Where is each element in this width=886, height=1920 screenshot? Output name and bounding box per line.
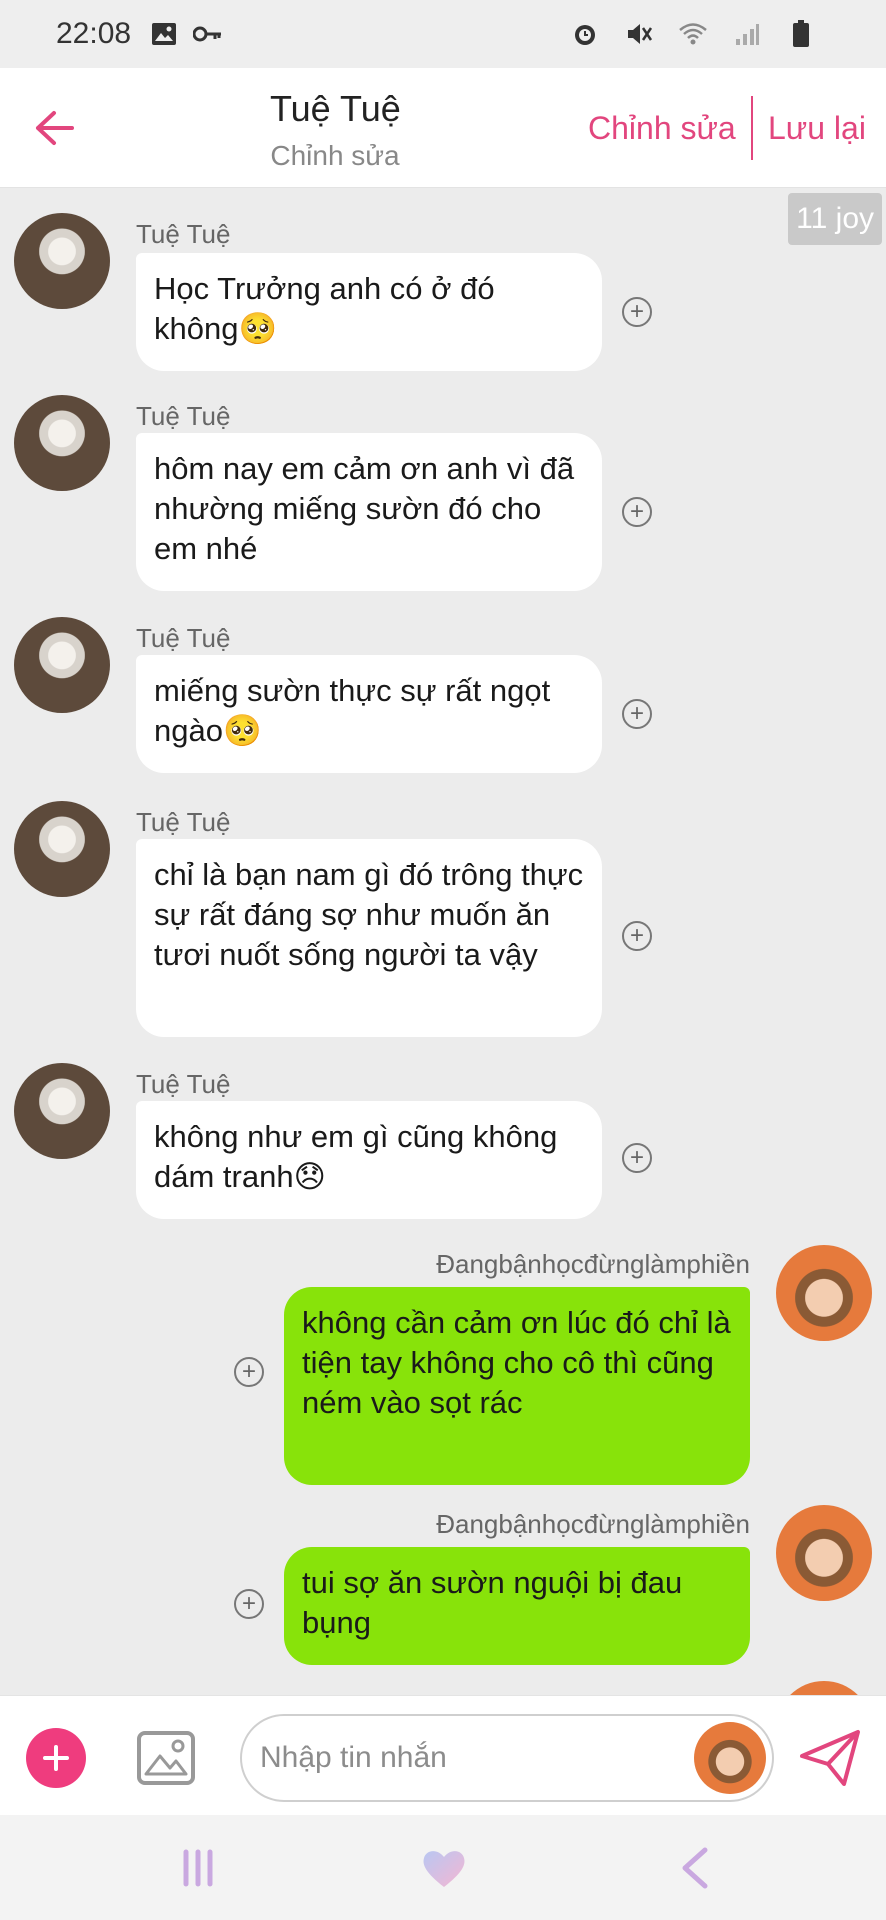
message-bubble[interactable]: chỉ là bạn nam gì đó trông thực sự rất đ… [136,839,602,1037]
home-button[interactable] [416,1843,472,1893]
message-bubble[interactable]: không cần cảm ơn lúc đó chỉ là tiện tay … [284,1287,750,1485]
add-button[interactable] [26,1728,86,1788]
arrow-left-icon [36,111,74,145]
header-divider [751,96,753,160]
chat-area[interactable]: 11 joy Tuệ Tuệ Học Trưởng anh có ở đó kh… [0,189,886,1695]
page-subtitle: Chỉnh sửa [270,140,400,171]
send-button[interactable] [798,1726,862,1790]
title-block: Tuệ Tuệ Chỉnh sửa [270,88,401,172]
status-bar: 22:08 [0,0,886,68]
message-row-partial [0,1681,886,1695]
message-row: Tuệ Tuệ hôm nay em cảm ơn anh vì đã nhườ… [0,385,886,591]
recent-apps-button[interactable] [170,1843,226,1893]
status-time: 22:08 [56,17,132,50]
avatar[interactable] [14,395,110,491]
avatar[interactable] [14,801,110,897]
message-row: Tuệ Tuệ chỉ là bạn nam gì đó trông thực … [0,791,886,1037]
sender-name: Tuệ Tuệ [136,623,231,653]
heart-home-icon [423,1851,465,1887]
avatar[interactable] [776,1681,872,1695]
avatar[interactable] [14,213,110,309]
image-icon [137,1731,195,1785]
plus-circle-icon[interactable]: + [622,699,652,729]
message-input[interactable] [260,1726,660,1790]
sender-name: Tuệ Tuệ [136,1069,231,1099]
system-nav-bar [0,1815,886,1920]
edit-button[interactable]: Chỉnh sửa [588,110,736,147]
sender-name: Tuệ Tuệ [136,401,231,431]
recent-apps-icon [183,1849,213,1887]
chat-header: Tuệ Tuệ Chỉnh sửa Chỉnh sửa Lưu lại [0,68,886,188]
alarm-icon [570,19,600,49]
send-icon [800,1730,860,1786]
message-input-wrapper [240,1714,774,1802]
message-bubble[interactable]: miếng sườn thực sự rất ngọt ngào🥺 [136,655,602,773]
avatar[interactable] [14,617,110,713]
status-right-icons [570,19,830,49]
sender-name: Tuệ Tuệ [136,219,231,249]
message-row: Đangbậnhọcđừnglàmphiền không cần cảm ơn … [0,1235,886,1485]
message-row: Tuệ Tuệ Học Trưởng anh có ở đó không🥺 + [0,201,886,371]
message-bubble[interactable]: không như em gì cũng không dám tranh😞 [136,1101,602,1219]
wifi-icon [678,19,708,49]
message-row: Tuệ Tuệ không như em gì cũng không dám t… [0,1053,886,1219]
sender-name: Tuệ Tuệ [136,807,231,837]
system-back-button[interactable] [666,1843,722,1893]
avatar[interactable] [14,1063,110,1159]
mute-icon [624,19,654,49]
image-icon [149,19,179,49]
back-icon [682,1847,708,1889]
message-row: Tuệ Tuệ miếng sườn thực sự rất ngọt ngào… [0,607,886,773]
message-bubble[interactable]: tui sợ ăn sườn nguội bị đau bụng [284,1547,750,1665]
plus-circle-icon[interactable]: + [622,497,652,527]
save-button[interactable]: Lưu lại [768,110,866,147]
sender-name: Đangbậnhọcđừnglàmphiền [436,1249,750,1279]
avatar[interactable] [776,1505,872,1601]
back-button[interactable] [24,98,84,158]
message-row: Đangbậnhọcđừnglàmphiền tui sợ ăn sườn ng… [0,1495,886,1665]
image-picker-button[interactable] [136,1728,196,1788]
signal-icon [732,19,762,49]
plus-circle-icon[interactable]: + [622,921,652,951]
page-title: Tuệ Tuệ [270,88,401,129]
sender-name: Đangbậnhọcđừnglàmphiền [436,1509,750,1539]
battery-icon [786,19,816,49]
plus-circle-icon[interactable]: + [234,1357,264,1387]
plus-circle-icon[interactable]: + [234,1589,264,1619]
avatar[interactable] [776,1245,872,1341]
plus-icon [43,1745,69,1771]
plus-circle-icon[interactable]: + [622,1143,652,1173]
key-icon [193,19,223,49]
persona-avatar-button[interactable] [694,1722,766,1794]
plus-circle-icon[interactable]: + [622,297,652,327]
message-input-bar [0,1695,886,1815]
message-bubble[interactable]: hôm nay em cảm ơn anh vì đã nhường miếng… [136,433,602,591]
message-bubble[interactable]: Học Trưởng anh có ở đó không🥺 [136,253,602,371]
